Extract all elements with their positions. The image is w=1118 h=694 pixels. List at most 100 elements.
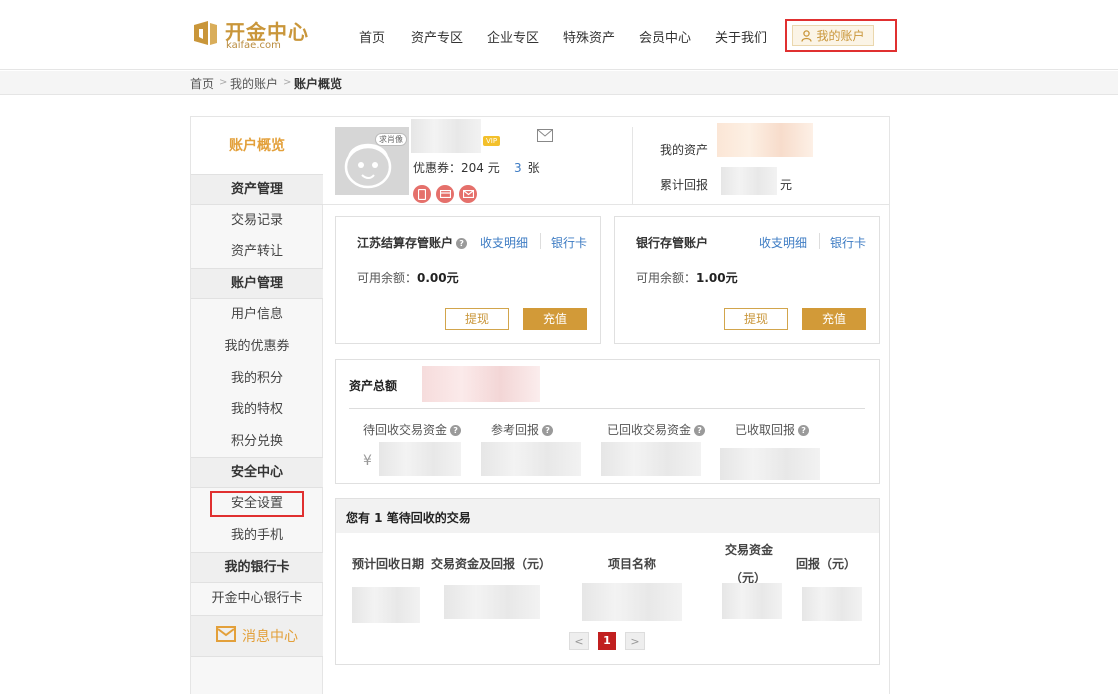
total-assets-value-redacted xyxy=(422,366,540,402)
nav-member-center[interactable]: 会员中心 xyxy=(639,27,691,46)
total-assets-label: 资产总额 xyxy=(349,379,398,393)
row-funds-redacted xyxy=(444,585,540,619)
help-icon[interactable]: ? xyxy=(542,425,554,436)
nav-special-assets[interactable]: 特殊资产 xyxy=(563,27,615,46)
bank-card-link[interactable]: 银行卡 xyxy=(830,234,866,251)
coupon-amount: 优惠券：204 元 xyxy=(413,161,500,175)
received-return-label-text: 已收取回报 xyxy=(735,423,796,437)
sidebar-item-user-info[interactable]: 用户信息 xyxy=(191,299,323,330)
available-balance: 可用余额：1.00元 xyxy=(636,269,738,286)
sidebar-item-my-phone[interactable]: 我的手机 xyxy=(191,520,323,551)
account-title-text: 江苏结算存管账户 xyxy=(357,236,454,250)
card-verify-icon[interactable] xyxy=(436,185,454,203)
profile-divider xyxy=(632,127,633,205)
available-balance-value: 1.00元 xyxy=(696,271,738,285)
help-icon[interactable]: ? xyxy=(456,238,468,249)
available-balance-value: 0.00元 xyxy=(417,271,459,285)
nav-asset-zone[interactable]: 资产专区 xyxy=(411,27,463,46)
help-icon[interactable]: ? xyxy=(798,425,810,436)
recovered-funds-label-text: 已回收交易资金 xyxy=(607,423,692,437)
recovered-funds-value-redacted xyxy=(601,442,701,476)
breadcrumb-current: 账户概览 xyxy=(294,77,343,91)
breadcrumb: 首页 > 我的账户 > 账户概览 xyxy=(0,71,1118,95)
row-return-redacted xyxy=(802,587,862,621)
breadcrumb-my-account[interactable]: 我的账户 xyxy=(230,75,278,92)
transaction-details-link[interactable]: 收支明细 xyxy=(480,234,528,251)
breadcrumb-home[interactable]: 首页 xyxy=(190,75,214,92)
account-highlight-box: 我的账户 xyxy=(785,19,897,52)
account-title: 银行存管账户 xyxy=(636,236,709,250)
message-envelope-icon xyxy=(216,626,236,646)
pagination-prev-button[interactable]: < xyxy=(569,632,589,650)
sidebar-message-center[interactable]: 消息中心 xyxy=(191,615,323,657)
pagination-next-button[interactable]: > xyxy=(625,632,645,650)
my-account-button[interactable]: 我的账户 xyxy=(792,25,874,46)
profile-summary: 求肖像 VIP 优惠券：204 元 3张 我的资产 累计回报 元 xyxy=(323,117,890,205)
vip-badge-icon: VIP xyxy=(483,136,501,146)
coupon-count-value: 3 xyxy=(514,161,522,175)
sidebar-item-my-privileges[interactable]: 我的特权 xyxy=(191,394,323,425)
reference-return-label-text: 参考回报 xyxy=(491,423,540,437)
message-center-label: 消息中心 xyxy=(242,629,298,645)
site-header: 开金中心 kaifae.com 首页 资产专区 企业专区 特殊资产 会员中心 关… xyxy=(0,0,1118,70)
coupon-count[interactable]: 3张 xyxy=(514,159,540,176)
site-logo[interactable]: 开金中心 kaifae.com xyxy=(190,16,320,52)
col-trade-funds: 交易资金 xyxy=(725,543,774,557)
pending-funds-value-redacted xyxy=(379,442,461,476)
sidebar-section-asset-management: 资产管理 xyxy=(191,174,323,205)
avatar[interactable]: 求肖像 xyxy=(335,127,409,195)
sidebar-item-center-bank-card[interactable]: 开金中心银行卡 xyxy=(191,583,323,614)
help-icon[interactable]: ? xyxy=(450,425,462,436)
sidebar-item-my-points[interactable]: 我的积分 xyxy=(191,363,323,394)
nav-about-us[interactable]: 关于我们 xyxy=(715,27,767,46)
phone-verify-icon[interactable] xyxy=(413,185,431,203)
nav-enterprise-zone[interactable]: 企业专区 xyxy=(487,27,539,46)
col-project-name: 项目名称 xyxy=(608,557,657,571)
deposit-button[interactable]: 充值 xyxy=(802,308,866,330)
pending-title: 您有 1 笔待回收的交易 xyxy=(346,511,471,525)
withdraw-button[interactable]: 提现 xyxy=(445,308,509,330)
sidebar-item-my-coupons[interactable]: 我的优惠券 xyxy=(191,331,323,362)
help-icon[interactable]: ? xyxy=(694,425,706,436)
cumulative-return-label: 累计回报 xyxy=(660,178,709,192)
sidebar-section-security-center: 安全中心 xyxy=(191,457,323,488)
my-account-label: 我的账户 xyxy=(816,29,865,43)
reference-return-label: 参考回报? xyxy=(491,421,554,438)
col-expected-date: 预计回收日期 xyxy=(352,557,425,571)
cumulative-return-value-redacted xyxy=(721,167,777,195)
bank-card-link[interactable]: 银行卡 xyxy=(551,234,587,251)
deposit-button[interactable]: 充值 xyxy=(523,308,587,330)
sidebar-item-asset-transfer[interactable]: 资产转让 xyxy=(191,236,323,267)
pending-transactions: 您有 1 笔待回收的交易 预计回收日期 交易资金及回报（元） 项目名称 交易资金… xyxy=(335,498,880,665)
link-divider xyxy=(540,233,541,249)
withdraw-button[interactable]: 提现 xyxy=(724,308,788,330)
totals-divider xyxy=(349,408,865,409)
mail-icon[interactable] xyxy=(537,129,553,146)
user-icon xyxy=(801,29,813,42)
recovered-funds-label: 已回收交易资金? xyxy=(607,421,706,438)
account-main-panel: 账户概览 资产管理 交易记录 资产转让 账户管理 用户信息 我的优惠券 我的积分… xyxy=(190,116,890,694)
received-return-value-redacted xyxy=(720,448,820,480)
email-verify-icon[interactable] xyxy=(459,185,477,203)
pending-funds-label: 待回收交易资金? xyxy=(363,421,462,438)
nav-home[interactable]: 首页 xyxy=(359,27,385,46)
my-assets-value-redacted xyxy=(717,123,813,157)
breadcrumb-separator: > xyxy=(219,77,228,88)
sidebar-item-points-exchange[interactable]: 积分兑换 xyxy=(191,426,323,457)
received-return-label: 已收取回报? xyxy=(735,421,810,438)
currency-symbol: ¥ xyxy=(363,453,372,469)
sidebar-title[interactable]: 账户概览 xyxy=(191,117,323,175)
row-project-redacted xyxy=(582,583,682,621)
available-balance-label: 可用余额： xyxy=(357,271,418,285)
transaction-details-link[interactable]: 收支明细 xyxy=(759,234,807,251)
username-redacted xyxy=(411,119,481,153)
sidebar-item-security-settings[interactable]: 安全设置 xyxy=(191,488,323,519)
avatar-tag: 求肖像 xyxy=(375,133,407,146)
sidebar: 账户概览 资产管理 交易记录 资产转让 账户管理 用户信息 我的优惠券 我的积分… xyxy=(191,117,323,694)
breadcrumb-separator: > xyxy=(283,77,292,88)
logo-mark-icon xyxy=(194,21,217,45)
sidebar-item-trade-records[interactable]: 交易记录 xyxy=(191,205,323,236)
logo-domain: kaifae.com xyxy=(226,40,281,51)
pagination-current-page[interactable]: 1 xyxy=(598,632,616,650)
reference-return-value-redacted xyxy=(481,442,581,476)
